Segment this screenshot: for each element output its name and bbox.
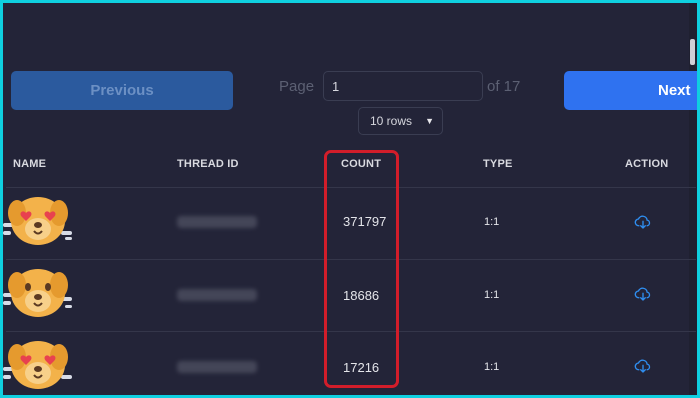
thread-id-redacted [177,289,257,301]
rows-per-page-select[interactable]: 10 rows ▼ [358,107,443,135]
app-frame: Previous Page of 17 Next 10 rows ▼ NAME … [0,0,700,398]
scrollbar-thumb[interactable] [690,39,695,65]
cloud-download-icon[interactable] [634,357,652,375]
page-label: Page [279,78,315,95]
cloud-download-icon[interactable] [634,213,652,231]
count-column-highlight [324,150,399,388]
column-header-name: NAME [13,158,47,170]
thread-id-redacted [177,216,257,228]
page-number-input[interactable] [323,71,483,101]
column-header-type: TYPE [483,158,513,170]
dog-emoji-avatar [3,197,72,245]
type-value: 1:1 [484,216,500,228]
type-value: 1:1 [484,289,500,301]
type-value: 1:1 [484,361,500,373]
column-header-thread-id: THREAD ID [177,158,239,170]
dog-emoji-avatar [3,269,72,317]
caret-down-icon: ▼ [425,116,434,126]
dog-emoji-avatar [3,341,72,389]
thread-id-redacted [177,361,257,373]
rows-per-page-value: 10 rows [370,114,413,128]
column-header-action: ACTION [625,158,669,170]
cloud-download-icon[interactable] [634,285,652,303]
next-button[interactable]: Next [564,71,697,110]
previous-button[interactable]: Previous [11,71,233,110]
vertical-scrollbar[interactable] [689,3,697,395]
total-pages-label: of 17 [487,78,521,95]
